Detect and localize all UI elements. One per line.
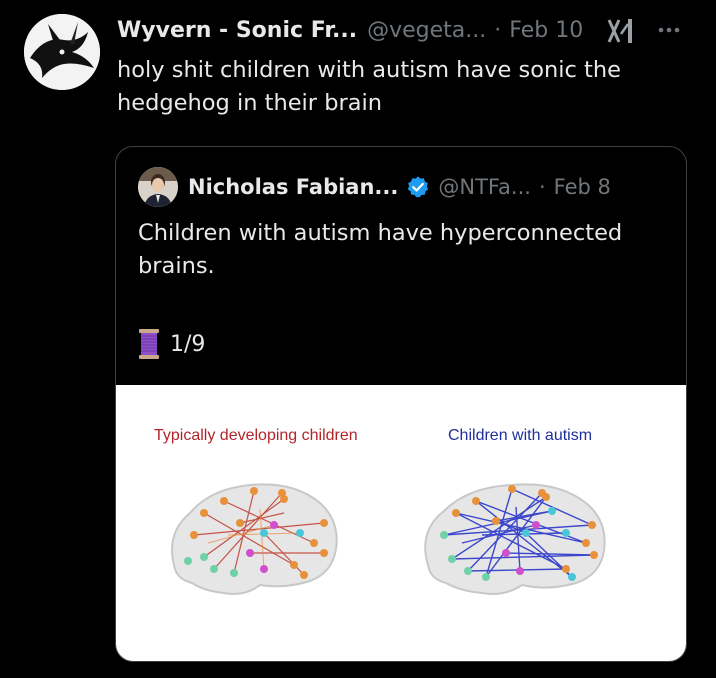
verified-badge-icon[interactable] (406, 175, 430, 199)
thread-indicator: 1/9 (138, 327, 205, 361)
tweet-text: holy shit children with autism have soni… (117, 57, 621, 116)
quoted-tweet-text: Children with autism have hyperconnected… (138, 220, 623, 279)
media-caption-right: Children with autism (448, 427, 593, 444)
quoted-tweet-date[interactable]: Feb 8 (554, 175, 611, 199)
author-display-name[interactable]: Wyvern - Sonic Fr... (117, 18, 357, 43)
spool-of-thread-icon (139, 329, 159, 359)
dragon-avatar-icon (24, 14, 100, 90)
tweet-date[interactable]: Feb 10 (509, 18, 583, 43)
quoted-header-separator: · (538, 175, 546, 199)
quoted-tweet[interactable]: Nicholas Fabian... @NTFa... · Feb 8 Chil… (115, 146, 687, 662)
autism-brain-network-image (424, 483, 606, 595)
tweet[interactable]: Wyvern - Sonic Fr... @vegeta... · Feb 10… (0, 0, 716, 678)
quoted-author-handle[interactable]: @NTFa... (438, 175, 531, 199)
quoted-author-avatar[interactable] (138, 167, 178, 207)
grok-icon[interactable] (606, 16, 636, 46)
quoted-tweet-header: Nicholas Fabian... @NTFa... · Feb 8 (188, 169, 611, 205)
more-dots-icon[interactable] (655, 16, 683, 44)
header-separator: · (494, 17, 502, 43)
quoted-tweet-media[interactable]: Typically developing children Children w… (116, 385, 686, 661)
thread-counter: 1/9 (170, 331, 206, 357)
typical-brain-network-image (171, 483, 338, 595)
author-avatar[interactable] (24, 14, 100, 90)
author-handle[interactable]: @vegeta... (367, 18, 486, 43)
person-avatar-icon (138, 167, 178, 207)
media-caption-left: Typically developing children (154, 427, 358, 444)
quoted-author-display-name[interactable]: Nicholas Fabian... (188, 175, 398, 199)
tweet-header: Wyvern - Sonic Fr... @vegeta... · Feb 10 (117, 12, 583, 48)
